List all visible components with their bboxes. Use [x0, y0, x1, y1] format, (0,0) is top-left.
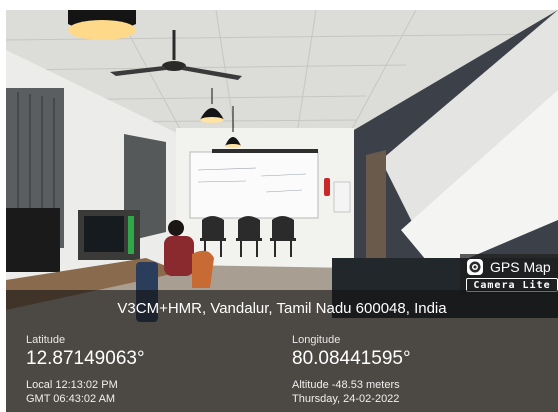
app-name: GPS Map	[490, 259, 551, 275]
safety-sign	[333, 181, 351, 213]
latitude-value: 12.87149063°	[26, 348, 145, 369]
gps-map-camera-badge: GPS Map Camera Lite	[460, 254, 558, 294]
latitude-label: Latitude	[26, 334, 66, 346]
photo-frame: GPS Map Camera Lite V3CM+HMR, Vandalur, …	[0, 0, 558, 412]
crt-screen	[84, 216, 124, 252]
whiteboard-rail	[212, 149, 318, 153]
altitude-text: Altitude -48.53 meters	[292, 379, 400, 391]
gmt-time: GMT 06:43:02 AM	[26, 393, 116, 405]
whiteboard	[189, 151, 319, 219]
local-time: Local 12:13:02 PM	[26, 379, 118, 391]
office-room-photo: GPS Map Camera Lite V3CM+HMR, Vandalur, …	[6, 10, 558, 412]
location-info-panel: V3CM+HMR, Vandalur, Tamil Nadu 600048, I…	[6, 290, 558, 412]
orange-chair	[192, 250, 214, 288]
pc-case-light	[128, 216, 134, 254]
person-head	[168, 220, 184, 236]
gps-map-camera-logo-icon	[467, 259, 483, 275]
longitude-label: Longitude	[292, 334, 341, 346]
monitor	[6, 208, 60, 272]
fire-extinguisher	[324, 178, 330, 196]
door	[366, 150, 386, 262]
longitude-value: 80.08441595°	[292, 348, 411, 369]
date-text: Thursday, 24-02-2022	[292, 393, 400, 405]
person-body	[164, 236, 194, 276]
address-text: V3CM+HMR, Vandalur, Tamil Nadu 600048, I…	[117, 300, 447, 317]
